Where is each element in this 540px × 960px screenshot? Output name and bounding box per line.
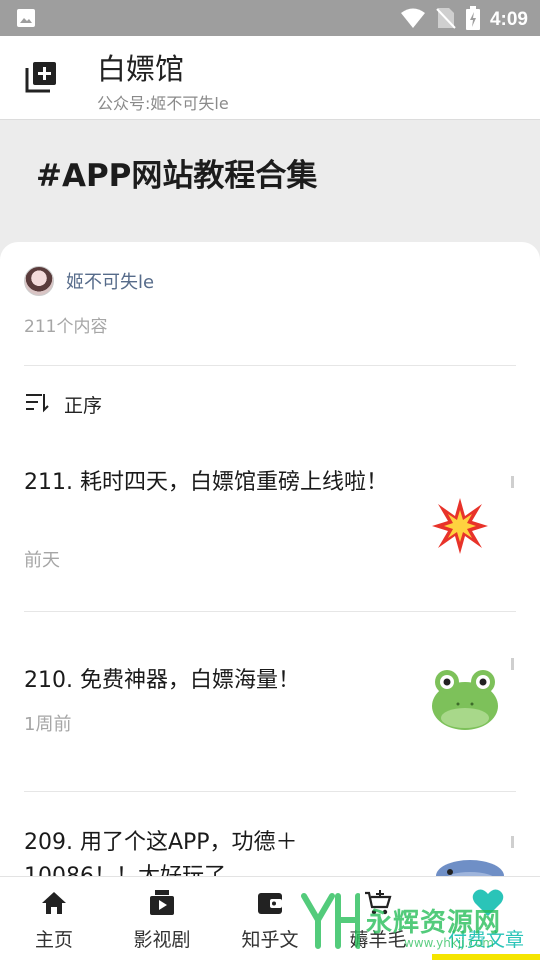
app-header: 白嫖馆 公众号:姬不可失le xyxy=(0,36,540,120)
divider xyxy=(24,611,516,612)
clock: 4:09 xyxy=(489,9,528,30)
article-marker xyxy=(511,658,514,670)
sort-label: 正序 xyxy=(64,394,103,417)
account-subtitle: 公众号:姬不可失le xyxy=(97,94,229,113)
article-title: 211. 耗时四天，白嫖馆重磅上线啦！ xyxy=(24,470,388,495)
article-date: 前天 xyxy=(24,550,60,571)
home-icon xyxy=(40,889,68,917)
divider xyxy=(24,791,516,792)
image-icon xyxy=(16,8,36,32)
collection-card: 姬不可失le 211个内容 正序 211. 耗时四天，白嫖馆重磅上线啦！ 前天 … xyxy=(0,242,540,882)
bottom-nav: 主页 影视剧 知乎文 薅羊毛 付费文章 xyxy=(0,876,540,960)
no-sim-icon xyxy=(436,7,456,33)
video-icon xyxy=(148,889,176,917)
nav-label: 知乎文 xyxy=(241,929,299,951)
add-library-icon[interactable] xyxy=(24,60,60,96)
article-marker xyxy=(511,476,514,488)
nav-videos[interactable]: 影视剧 xyxy=(108,877,216,960)
nav-label: 影视剧 xyxy=(133,929,191,951)
nav-label: 薅羊毛 xyxy=(349,929,407,951)
article-title: 210. 免费神器，白嫖海量！ xyxy=(24,668,300,693)
nav-paid-articles[interactable]: 付费文章 xyxy=(432,877,540,960)
status-bar: 4:09 xyxy=(0,0,540,36)
sort-icon xyxy=(24,390,50,418)
highlight-bar xyxy=(432,954,540,960)
article-marker xyxy=(511,836,514,848)
avatar xyxy=(24,266,54,296)
account-title: 白嫖馆 xyxy=(97,52,185,86)
battery-icon xyxy=(465,6,480,34)
nav-deals[interactable]: 薅羊毛 xyxy=(324,877,432,960)
collection-title: #APP网站教程合集 xyxy=(36,158,318,194)
article-date: 1周前 xyxy=(24,714,72,735)
nav-zhihu[interactable]: 知乎文 xyxy=(216,877,324,960)
explosion-emoji-icon xyxy=(430,496,510,560)
wallet-icon xyxy=(256,889,284,917)
nav-home[interactable]: 主页 xyxy=(0,877,108,960)
wifi-icon xyxy=(400,7,426,33)
nav-label: 主页 xyxy=(34,929,73,951)
author-row[interactable]: 姬不可失le xyxy=(24,266,154,296)
cart-icon xyxy=(364,889,392,917)
sort-toggle[interactable]: 正序 xyxy=(24,390,102,418)
divider xyxy=(24,365,516,366)
author-name[interactable]: 姬不可失le xyxy=(66,268,154,294)
heart-icon xyxy=(472,889,504,917)
article-title: 209. 用了个这APP，功德＋10086！！太好玩了 xyxy=(24,830,298,882)
nav-label: 付费文章 xyxy=(447,929,524,951)
frog-emoji-icon xyxy=(430,668,510,732)
content-count: 211个内容 xyxy=(24,317,108,337)
